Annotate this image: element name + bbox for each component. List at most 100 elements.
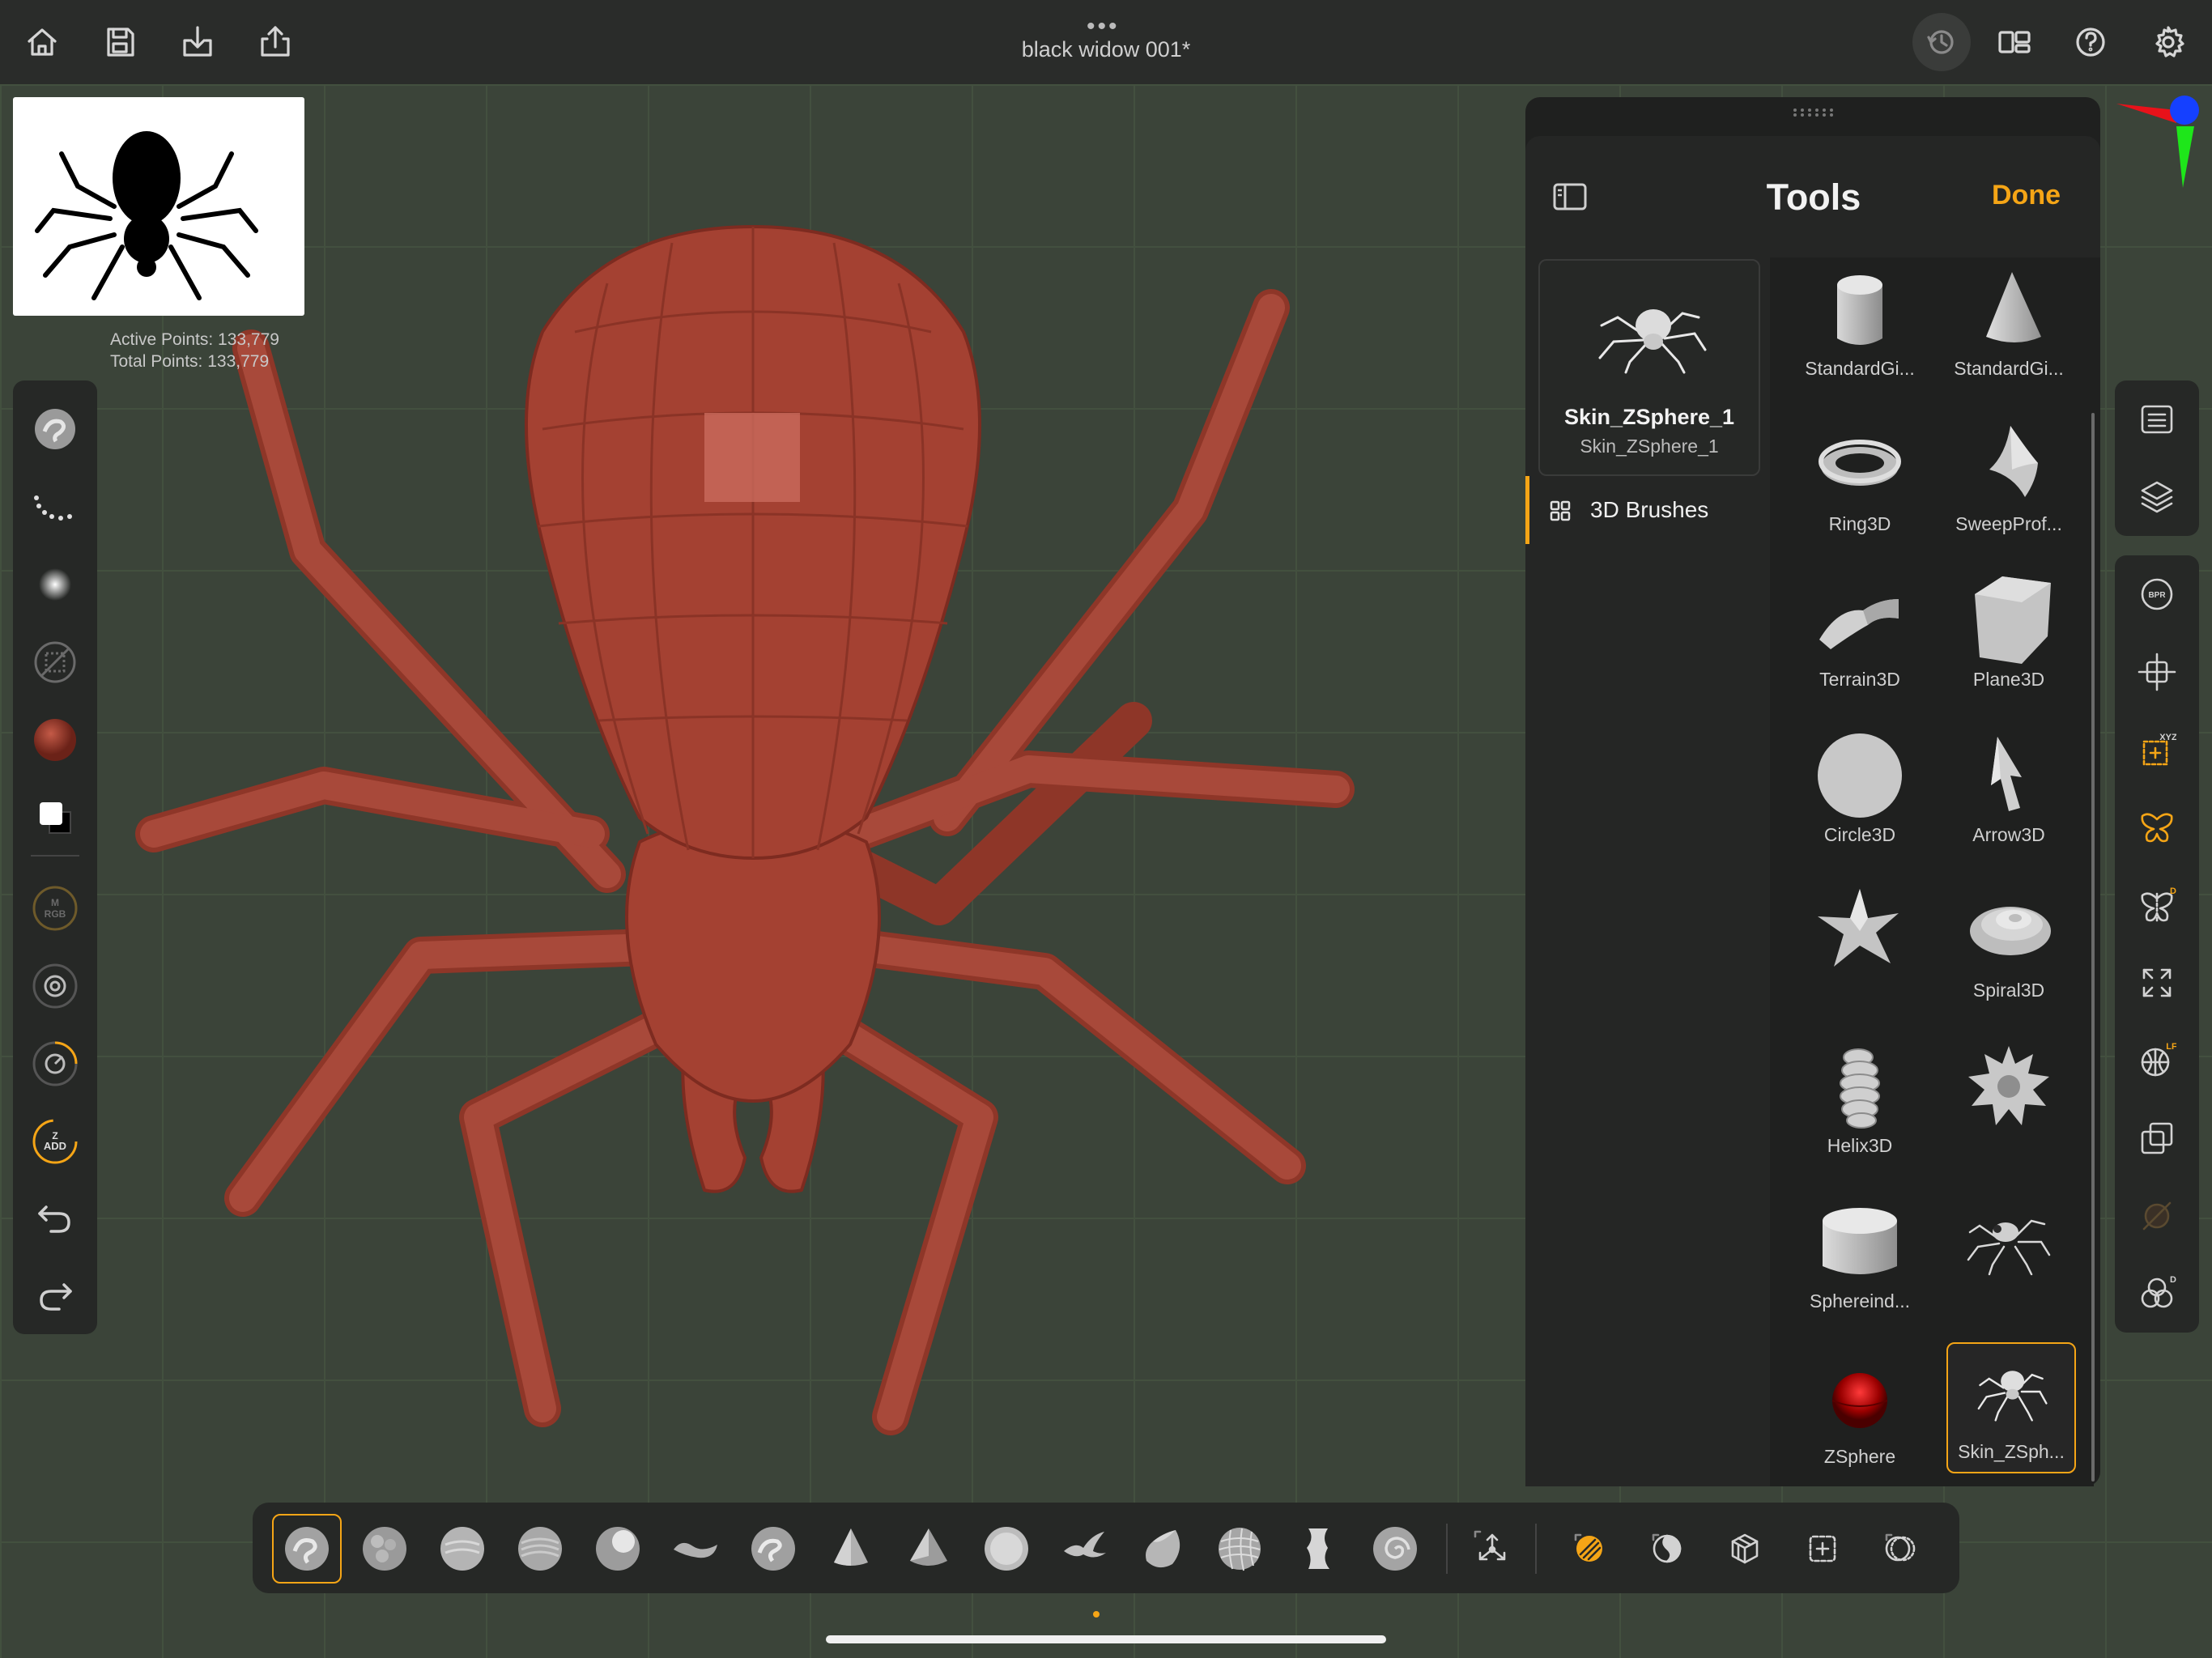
tool-tile[interactable]: Helix3D <box>1786 1035 1933 1188</box>
import-icon[interactable] <box>173 18 222 66</box>
spider-model[interactable] <box>121 202 1385 1465</box>
brush-icon[interactable] <box>13 397 97 461</box>
settings-icon[interactable] <box>2144 18 2193 66</box>
symmetry-icon[interactable] <box>2115 798 2199 857</box>
terrain-icon <box>1819 599 1899 649</box>
tool-tile[interactable] <box>1935 1035 2082 1188</box>
claybuildup-brush-icon[interactable] <box>505 1514 575 1584</box>
pinch-brush-icon[interactable] <box>816 1514 886 1584</box>
gear-icon <box>1968 1046 2049 1125</box>
tool-tile[interactable]: Arrow3D <box>1935 724 2082 878</box>
draw-mode-icon[interactable] <box>1555 1514 1624 1584</box>
mrgb-icon[interactable]: M RGB <box>13 876 97 941</box>
help-icon[interactable] <box>2066 18 2115 66</box>
solo-icon[interactable] <box>1710 1514 1780 1584</box>
polyframe-icon[interactable] <box>1632 1514 1702 1584</box>
total-points-label: Total Points: 133,779 <box>110 352 270 371</box>
selected-tool-subtitle: Skin_ZSphere_1 <box>1580 436 1719 457</box>
frame-icon[interactable] <box>1788 1514 1857 1584</box>
drag-handle-icon[interactable] <box>1793 108 1835 117</box>
tool-label: Ring3D <box>1828 513 1891 534</box>
xyz-icon[interactable]: XYZ <box>2115 721 2199 779</box>
category-active-indicator <box>1525 476 1529 544</box>
bpr-icon[interactable]: BPR <box>2115 565 2199 623</box>
tool-tile[interactable]: SweepProf... <box>1935 413 2082 567</box>
tool-tile[interactable]: Sphereind... <box>1786 1190 1933 1344</box>
list-icon[interactable] <box>2115 390 2199 449</box>
stroke-icon[interactable] <box>13 474 97 539</box>
document-title[interactable]: black widow 001* <box>944 37 1268 62</box>
tool-tile[interactable]: Ring3D <box>1786 413 1933 567</box>
tool-tile-selected[interactable]: Skin_ZSph... <box>1946 1342 2076 1473</box>
black-widow-silhouette <box>35 131 258 300</box>
transform-icon[interactable] <box>2115 1109 2199 1167</box>
symmetry-d-icon[interactable]: D <box>2115 876 2199 934</box>
tool-label: StandardGi... <box>1805 358 1915 379</box>
tool-tile[interactable]: StandardGi... <box>1786 257 1933 411</box>
tools-panel-title: Tools <box>1766 176 1861 218</box>
zadd-icon[interactable]: Z ADD <box>13 1109 97 1174</box>
gizmo-icon[interactable] <box>1457 1514 1527 1584</box>
tool-tile[interactable]: Terrain3D <box>1786 568 1933 722</box>
material-off-icon[interactable] <box>2115 1187 2199 1245</box>
snakehook-brush-icon[interactable] <box>1049 1514 1119 1584</box>
alpha-icon[interactable] <box>13 552 97 617</box>
mesh-brush-icon[interactable] <box>1205 1514 1274 1584</box>
redo-icon[interactable] <box>13 1265 97 1329</box>
layers-icon[interactable] <box>2115 468 2199 526</box>
hpolish-brush-icon[interactable] <box>1127 1514 1197 1584</box>
tool-tile[interactable]: Circle3D <box>1786 724 1933 878</box>
lf-icon[interactable]: LF <box>2115 1031 2199 1090</box>
svg-text:XYZ: XYZ <box>2159 733 2176 742</box>
tool-tile[interactable] <box>1786 879 1933 1033</box>
circle-icon <box>1818 733 1902 818</box>
reference-image[interactable] <box>13 97 304 316</box>
svg-text:ADD: ADD <box>44 1140 66 1152</box>
dam-brush-icon[interactable] <box>738 1514 808 1584</box>
tool-grid-scrollbar[interactable] <box>2091 413 2095 1482</box>
tool-tile[interactable]: ZSphere <box>1786 1346 1933 1499</box>
share-icon[interactable] <box>251 18 300 66</box>
zintensity-icon[interactable] <box>13 1031 97 1096</box>
transparency-icon[interactable] <box>1865 1514 1935 1584</box>
undo-icon[interactable] <box>13 1187 97 1252</box>
sphere-cylinder-icon <box>1823 1208 1897 1274</box>
standard-brush-icon[interactable] <box>272 1514 342 1584</box>
color-swatch-icon[interactable] <box>13 785 97 850</box>
inflate-brush-icon[interactable] <box>583 1514 653 1584</box>
clay-brush-icon[interactable] <box>350 1514 419 1584</box>
layout-icon[interactable] <box>1990 18 2039 66</box>
move-icon[interactable] <box>2115 643 2199 701</box>
tool-tile[interactable] <box>1935 1190 2082 1344</box>
category-label: 3D Brushes <box>1590 497 1709 522</box>
spider-icon <box>1598 309 1707 374</box>
tool-tile[interactable]: Plane3D <box>1935 568 2082 722</box>
texture-icon[interactable] <box>13 630 97 695</box>
rgb-icon[interactable] <box>13 954 97 1018</box>
tool-tile[interactable]: Spiral3D <box>1935 879 2082 1033</box>
home-indicator[interactable] <box>826 1635 1386 1643</box>
dynamesh-icon[interactable]: D <box>2115 1265 2199 1323</box>
left-toolbar: M RGB Z ADD <box>13 380 97 1334</box>
more-options-icon[interactable]: ••• <box>1087 13 1120 40</box>
save-icon[interactable] <box>96 18 144 66</box>
sidebar-toggle-icon[interactable] <box>1553 183 1587 210</box>
home-icon[interactable] <box>18 18 66 66</box>
history-icon[interactable] <box>1912 13 1971 71</box>
tool-label: Plane3D <box>1972 669 2045 690</box>
material-icon[interactable] <box>13 708 97 772</box>
selected-tool-name: Skin_ZSphere_1 <box>1563 405 1735 429</box>
clipcurve-brush-icon[interactable] <box>1283 1514 1352 1584</box>
spiral-brush-icon[interactable] <box>1360 1514 1430 1584</box>
trimdynamic-brush-icon[interactable] <box>894 1514 963 1584</box>
smooth-brush-icon[interactable] <box>428 1514 497 1584</box>
tool-label: StandardGi... <box>1954 358 2064 379</box>
top-bar: ••• black widow 001* <box>0 0 2212 84</box>
orientation-gizmo[interactable] <box>2102 91 2207 196</box>
flatten-brush-icon[interactable] <box>972 1514 1041 1584</box>
spider-icon <box>1977 1371 2048 1422</box>
done-button[interactable]: Done <box>1992 180 2061 211</box>
fit-icon[interactable] <box>2115 954 2199 1012</box>
move-brush-icon[interactable] <box>661 1514 730 1584</box>
tool-tile[interactable]: StandardGi... <box>1935 257 2082 411</box>
